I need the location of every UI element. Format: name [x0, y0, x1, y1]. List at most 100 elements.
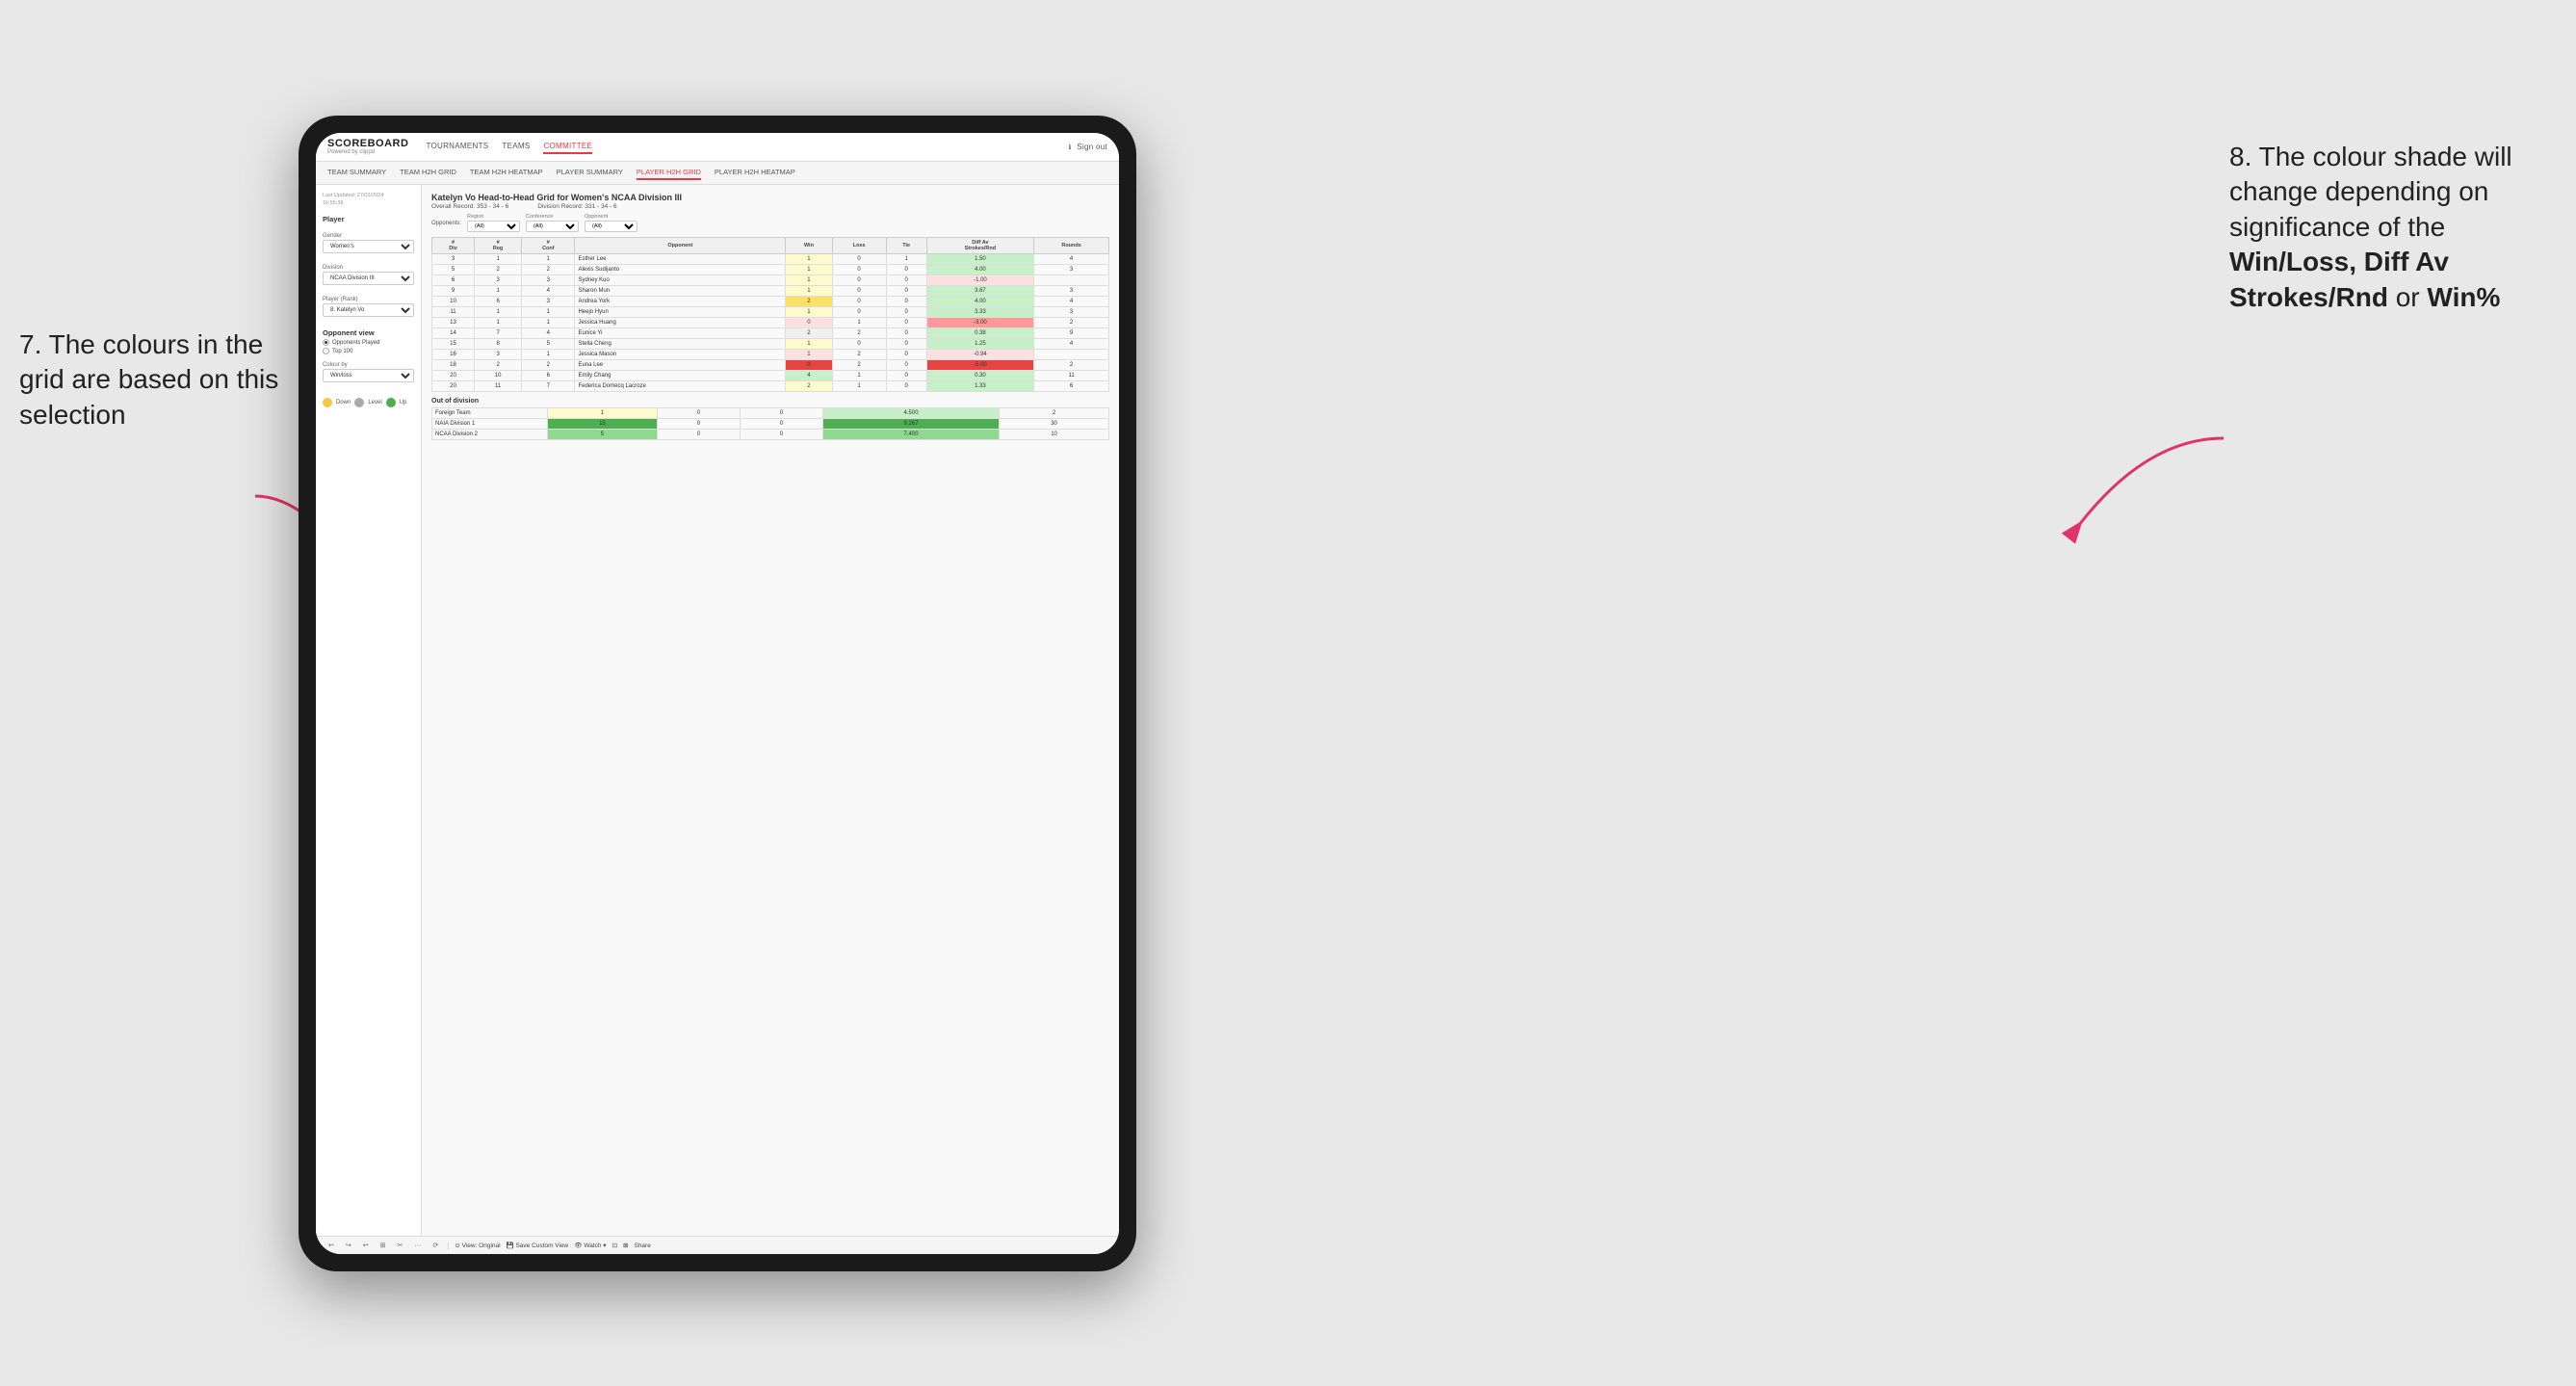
toolbar-undo[interactable]: ↩ [325, 1241, 337, 1250]
radio-top100[interactable]: Top 100 [323, 348, 414, 354]
table-row: 1111 Heejo Hyun 1 0 0 3.33 3 [432, 307, 1109, 318]
col-opponent: Opponent [575, 238, 786, 254]
subnav-player-h2h-grid[interactable]: PLAYER H2H GRID [637, 166, 701, 180]
bottom-toolbar: ↩ ↪ ↩ ⊞ ✂ ··· ⟳ | ⊙ View: Original 💾 Sav… [316, 1236, 1119, 1254]
table-row: 914 Sharon Mun 1 0 0 3.67 3 [432, 286, 1109, 297]
col-tie: Tie [886, 238, 926, 254]
toolbar-share[interactable]: Share [634, 1242, 650, 1249]
radio-label-played: Opponents Played [332, 340, 379, 346]
toolbar-view-original[interactable]: ⊙ View: Original [455, 1242, 500, 1249]
annotation-bold2: Win% [2427, 282, 2500, 312]
view-original-label: ⊙ View: Original [455, 1242, 500, 1249]
tablet-screen: SCOREBOARD Powered by clippd TOURNAMENTS… [316, 133, 1119, 1254]
nav-teams[interactable]: TEAMS [502, 140, 530, 154]
subnav-team-h2h-grid[interactable]: TEAM H2H GRID [400, 166, 456, 180]
save-custom-label: 💾 Save Custom View [507, 1242, 569, 1249]
table-row: 20117 Federica Domecq Lacroze 2 1 0 1.33… [432, 381, 1109, 392]
filter-group-region: Region (All) [467, 214, 520, 232]
grid-title: Katelyn Vo Head-to-Head Grid for Women's… [431, 193, 1109, 202]
sub-nav: TEAM SUMMARY TEAM H2H GRID TEAM H2H HEAT… [316, 162, 1119, 185]
toolbar-more[interactable]: ··· [411, 1242, 424, 1250]
radio-dot-played [323, 339, 329, 346]
toolbar-cut[interactable]: ✂ [395, 1241, 406, 1250]
annotation-left: 7. The colours in the grid are based on … [19, 327, 279, 432]
table-row: 1311 Jessica Huang 0 1 0 -3.00 2 [432, 318, 1109, 328]
col-rounds: Rounds [1034, 238, 1109, 254]
table-row: 633 Sydney Kuo 1 0 0 -1.00 [432, 275, 1109, 286]
col-loss: Loss [832, 238, 886, 254]
gender-select[interactable]: Women's [323, 240, 414, 253]
toolbar-layout2[interactable]: ⊠ [623, 1242, 628, 1249]
share-label: Share [634, 1242, 650, 1249]
player-section-title: Player [323, 215, 414, 223]
arrow-right [2060, 429, 2233, 544]
table-row: 1631 Jessica Mason 1 2 0 -0.94 [432, 350, 1109, 360]
col-div: #Div [432, 238, 475, 254]
colour-by-select[interactable]: Win/loss [323, 369, 414, 382]
opponents-label: Opponents: [431, 221, 461, 226]
left-panel: Last Updated: 27/03/2024 16:55:38 Player… [316, 185, 422, 1236]
subnav-team-h2h-heatmap[interactable]: TEAM H2H HEATMAP [470, 166, 543, 180]
tablet-frame: SCOREBOARD Powered by clippd TOURNAMENTS… [299, 116, 1136, 1271]
grid-area: Katelyn Vo Head-to-Head Grid for Women's… [422, 185, 1119, 1236]
subnav-player-h2h-heatmap[interactable]: PLAYER H2H HEATMAP [715, 166, 795, 180]
radio-dot-top100 [323, 348, 329, 354]
logo-area: SCOREBOARD Powered by clippd [327, 139, 408, 155]
col-reg: #Reg [475, 238, 522, 254]
table-row: 1822 Euna Lee 0 2 0 -5.00 2 [432, 360, 1109, 371]
radio-opponents-played[interactable]: Opponents Played [323, 339, 414, 346]
table-row: Foreign Team 1 0 0 4.500 2 [432, 408, 1109, 419]
subnav-team-summary[interactable]: TEAM SUMMARY [327, 166, 386, 180]
toolbar-grid[interactable]: ⊞ [377, 1241, 389, 1250]
col-conf: #Conf [522, 238, 575, 254]
legend-label-up: Up [400, 400, 407, 405]
annotation-right: 8. The colour shade will change dependin… [2229, 140, 2557, 315]
overall-record: Overall Record: 353 - 34 - 6 [431, 203, 508, 210]
legend-label-level: Level [368, 400, 381, 405]
annotation-right-text: 8. The colour shade will change dependin… [2229, 142, 2512, 242]
col-diff: Diff AvStrokes/Rnd [926, 238, 1033, 254]
data-table: #Div #Reg #Conf Opponent Win Loss Tie Di… [431, 237, 1109, 392]
opponent-view-label: Opponent view [323, 328, 414, 337]
annotation-left-text: 7. The colours in the grid are based on … [19, 329, 278, 430]
table-row: NCAA Division 2 5 0 0 7.400 10 [432, 430, 1109, 440]
out-of-div-table: Foreign Team 1 0 0 4.500 2 NAIA Division… [431, 407, 1109, 440]
toolbar-redo[interactable]: ↪ [343, 1241, 354, 1250]
table-row: 311 Esther Lee 1 0 1 1.50 4 [432, 254, 1109, 265]
toolbar-layout1[interactable]: ⊡ [612, 1242, 617, 1249]
nav-links: TOURNAMENTS TEAMS COMMITTEE [426, 140, 1051, 154]
subnav-player-summary[interactable]: PLAYER SUMMARY [557, 166, 623, 180]
legend-dot-up [386, 398, 396, 407]
filter-opponent-select[interactable]: (All) [585, 221, 637, 232]
toolbar-watch[interactable]: 👁 Watch ▾ [574, 1242, 606, 1249]
out-of-div-title: Out of division [431, 398, 1109, 405]
logo-sub: Powered by clippd [327, 149, 408, 155]
last-updated: Last Updated: 27/03/2024 16:55:38 [323, 193, 414, 207]
division-label: Division [323, 265, 414, 271]
filter-group-opponent: Opponent (All) [585, 214, 637, 232]
table-row: 1063 Andrea York 2 0 0 4.00 4 [432, 297, 1109, 307]
nav-right: ℹ Sign out [1069, 141, 1107, 153]
table-row: NAIA Division 1 15 0 0 9.267 30 [432, 419, 1109, 430]
toolbar-save-custom[interactable]: 💾 Save Custom View [507, 1242, 569, 1249]
filter-row: Opponents: Region (All) Conference (All) [431, 214, 1109, 232]
toolbar-back[interactable]: ↩ [360, 1241, 372, 1250]
division-record: Division Record: 331 - 34 - 6 [537, 203, 616, 210]
main-content: Last Updated: 27/03/2024 16:55:38 Player… [316, 185, 1119, 1236]
toolbar-refresh[interactable]: ⟳ [429, 1241, 441, 1250]
legend-dot-down [323, 398, 332, 407]
grid-record: Overall Record: 353 - 34 - 6 Division Re… [431, 203, 1109, 210]
radio-label-top100: Top 100 [332, 349, 352, 354]
nav-signout[interactable]: Sign out [1077, 141, 1107, 153]
table-row: 20106 Emily Chang 4 1 0 0.30 11 [432, 371, 1109, 381]
nav-tournaments[interactable]: TOURNAMENTS [426, 140, 488, 154]
watch-label: 👁 Watch ▾ [574, 1242, 606, 1249]
filter-conference-select[interactable]: (All) [526, 221, 579, 232]
division-select[interactable]: NCAA Division III [323, 272, 414, 285]
player-rank-select[interactable]: 8. Katelyn Vo [323, 303, 414, 317]
logo-text: SCOREBOARD [327, 139, 408, 149]
nav-separator: ℹ [1069, 144, 1072, 151]
nav-committee[interactable]: COMMITTEE [543, 140, 592, 154]
filter-region-select[interactable]: (All) [467, 221, 520, 232]
toolbar-sep1: | [447, 1242, 449, 1250]
